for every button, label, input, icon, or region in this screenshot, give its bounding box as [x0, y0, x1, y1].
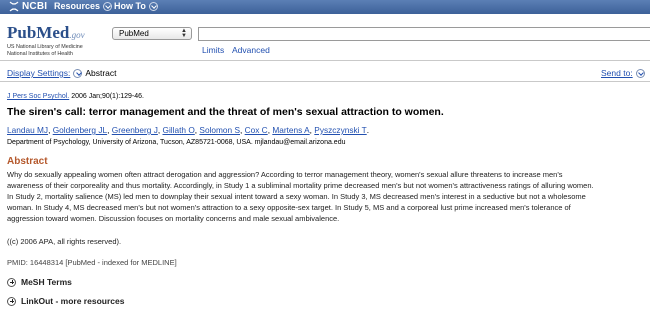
resources-menu-label: Resources	[54, 1, 101, 11]
mesh-terms-label: MeSH Terms	[21, 277, 72, 287]
author-list: Landau MJ, Goldenberg JL, Greenberg J, G…	[7, 125, 369, 135]
ncbi-helix-icon	[9, 1, 19, 12]
pmid: PMID: 16448314 [PubMed - indexed for MED…	[7, 258, 177, 267]
chevron-down-icon[interactable]	[635, 68, 645, 78]
nih-line: National Institutes of Health	[7, 50, 73, 57]
plus-icon	[7, 277, 16, 287]
author-separator: .	[366, 125, 370, 135]
send-to: Send to:	[601, 68, 648, 78]
ncbi-logo-text: NCBI	[22, 1, 48, 12]
article-title: The siren's call: terror management and …	[7, 106, 444, 118]
limits-link[interactable]: Limits	[202, 45, 224, 55]
chevron-down-icon	[148, 1, 158, 11]
abstract-line: aggression toward women. Discussion focu…	[7, 214, 340, 223]
affiliation: Department of Psychology, University of …	[7, 139, 346, 146]
how-to-menu-label: How To	[114, 1, 146, 11]
author-link[interactable]: Solomon S	[199, 125, 240, 135]
linkout-label: LinkOut - more resources	[21, 296, 125, 306]
logo-gov: .gov	[69, 30, 85, 40]
mesh-terms-toggle[interactable]: MeSH Terms	[7, 277, 72, 287]
chevron-down-icon[interactable]	[73, 68, 83, 78]
abstract-text: Why do sexually appealing women often at…	[7, 169, 647, 224]
abstract-heading: Abstract	[7, 156, 48, 167]
copyright: ((c) 2006 APA, all rights reserved).	[7, 237, 122, 246]
logo-med: Med	[36, 23, 70, 42]
search-input[interactable]	[198, 27, 650, 41]
author-link[interactable]: Cox C	[245, 125, 268, 135]
send-to-link[interactable]: Send to:	[601, 68, 633, 78]
journal-link[interactable]: J Pers Soc Psychol.	[7, 93, 69, 100]
nlm-line: US National Library of Medicine	[7, 44, 83, 50]
advanced-link[interactable]: Advanced	[232, 45, 270, 55]
logo-pub: Pub	[7, 23, 37, 42]
abstract-line: woman. In Study 4, MS decreased men's bu…	[7, 203, 571, 212]
plus-icon	[7, 296, 16, 306]
abstract-line: awareness of their corporeality and thus…	[7, 181, 594, 190]
display-settings: Display Settings: Abstract	[7, 68, 117, 78]
resources-menu[interactable]: Resources	[54, 1, 113, 11]
author-link[interactable]: Landau MJ	[7, 125, 48, 135]
select-arrows-icon: ▲ ▼	[181, 28, 187, 39]
author-link[interactable]: Martens A	[272, 125, 309, 135]
author-link[interactable]: Pyszczynski T	[314, 125, 366, 135]
linkout-toggle[interactable]: LinkOut - more resources	[7, 296, 124, 306]
database-select[interactable]: PubMed ▲ ▼	[112, 27, 192, 40]
citation: J Pers Soc Psychol. 2006 Jan;90(1):129-4…	[7, 93, 144, 100]
chevron-down-icon	[103, 1, 113, 11]
abstract-line: Why do sexually appealing women often at…	[7, 170, 563, 179]
how-to-menu[interactable]: How To	[114, 1, 158, 11]
ncbi-logo[interactable]: NCBI	[8, 1, 47, 12]
divider	[0, 60, 650, 61]
divider	[0, 81, 650, 82]
author-link[interactable]: Greenberg J	[112, 125, 158, 135]
display-settings-link[interactable]: Display Settings:	[7, 68, 70, 78]
abstract-line: In Study 2, mortality salience (MS) led …	[7, 192, 586, 201]
display-format: Abstract	[85, 68, 117, 78]
author-link[interactable]: Goldenberg JL	[53, 125, 107, 135]
author-link[interactable]: Gillath O	[163, 125, 195, 135]
ncbi-top-bar: NCBI Resources How To	[0, 0, 650, 14]
pubmed-header: PubMed.gov US National Library of Medici…	[0, 14, 650, 60]
pubmed-logo[interactable]: PubMed.gov	[7, 23, 85, 43]
citation-details: 2006 Jan;90(1):129-46.	[69, 93, 144, 100]
nlm-subtitle: US National Library of Medicine National…	[7, 44, 83, 57]
database-selected-value: PubMed	[119, 29, 149, 38]
